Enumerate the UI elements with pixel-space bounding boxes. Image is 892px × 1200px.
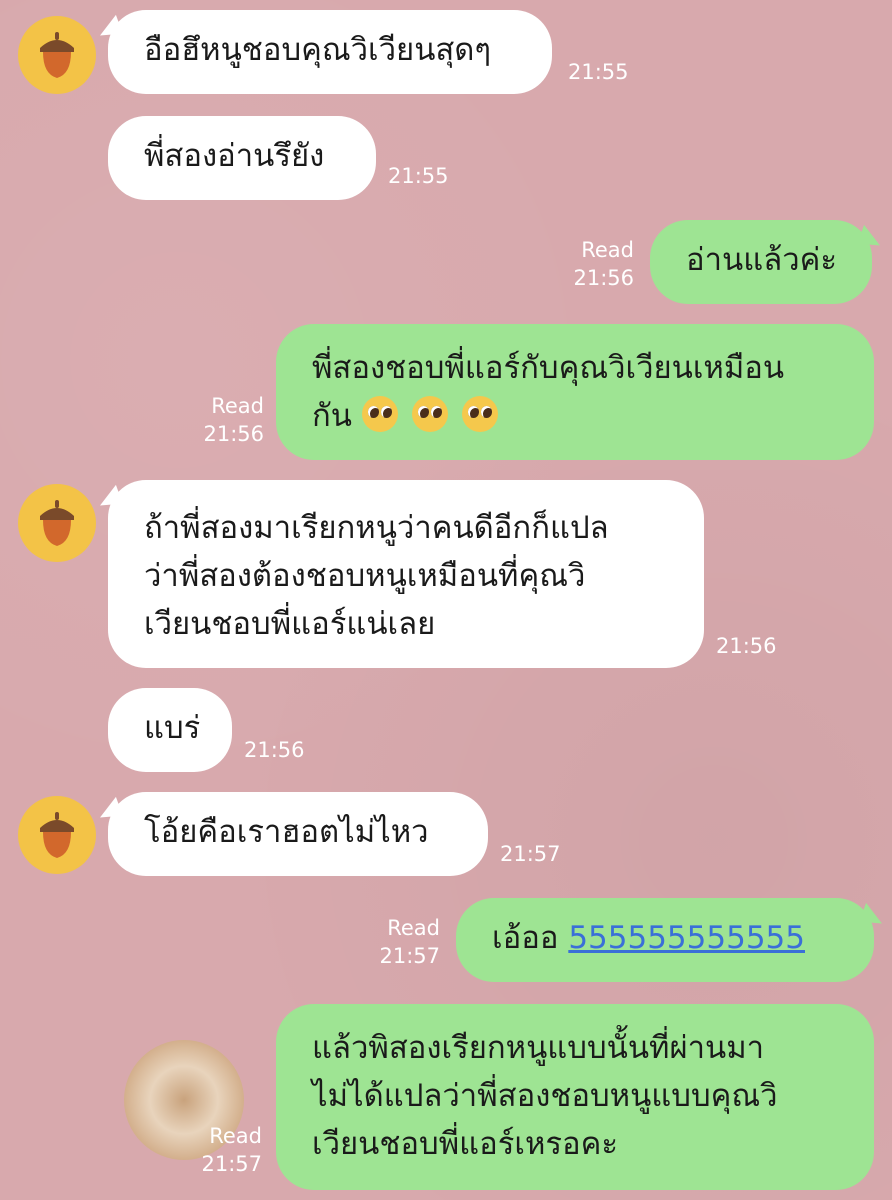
- acorn-icon: [40, 500, 74, 546]
- message-time: 21:57: [201, 1152, 262, 1176]
- message-bubble[interactable]: แล้วพิสองเรียกหนูแบบนั้นที่ผ่านมา ไม่ได้…: [276, 1004, 874, 1190]
- message-line: เวียนชอบพี่แอร์แน่เลย: [144, 606, 436, 642]
- message-text: โอ้ยคือเราฮอตไม่ไหว: [144, 814, 429, 850]
- avatar[interactable]: [18, 484, 96, 562]
- message-line: ว่าพี่สองต้องชอบหนูเหมือนที่คุณวิ: [144, 558, 586, 594]
- phone-link[interactable]: 555555555555: [568, 920, 805, 956]
- read-label: Read: [211, 394, 264, 418]
- message-text: อือฮึหนูชอบคุณวิเวียนสุดๆ: [144, 32, 492, 68]
- read-label: Read: [387, 916, 440, 940]
- message-bubble[interactable]: เอ้ออ 555555555555: [456, 898, 874, 982]
- pleading-face-emoji: [411, 396, 448, 432]
- message-time: 21:57: [500, 842, 561, 866]
- message-time: 21:56: [573, 266, 634, 290]
- read-receipt: Read 21:57: [188, 1122, 262, 1178]
- message-time: 21:56: [716, 634, 777, 658]
- message-text: อ่านแล้วค่ะ: [686, 242, 837, 278]
- message-line: พี่สองชอบพี่แอร์กับคุณวิเวียนเหมือน: [312, 350, 785, 386]
- acorn-icon: [40, 812, 74, 858]
- acorn-icon: [40, 32, 74, 78]
- message-bubble[interactable]: อือฮึหนูชอบคุณวิเวียนสุดๆ: [108, 10, 552, 94]
- message-text: เอ้ออ: [492, 920, 559, 956]
- message-line: แล้วพิสองเรียกหนูแบบนั้นที่ผ่านมา: [312, 1030, 765, 1066]
- message-time: 21:57: [379, 944, 440, 968]
- message-line: ถ้าพี่สองมาเรียกหนูว่าคนดีอีกก็แปล: [144, 510, 609, 546]
- avatar[interactable]: [18, 796, 96, 874]
- message-text: พี่สองอ่านรึยัง: [144, 138, 325, 174]
- message-bubble[interactable]: พี่สองชอบพี่แอร์กับคุณวิเวียนเหมือน กัน: [276, 324, 874, 460]
- pleading-face-emoji: [361, 396, 398, 432]
- message-time: 21:56: [203, 422, 264, 446]
- avatar[interactable]: [18, 16, 96, 94]
- message-time: 21:55: [568, 60, 629, 84]
- read-receipt: Read 21:56: [560, 236, 634, 292]
- read-receipt: Read 21:57: [366, 914, 440, 970]
- message-line: เวียนชอบพี่แอร์เหรอคะ: [312, 1126, 619, 1162]
- message-line: กัน: [312, 392, 838, 440]
- message-time: 21:56: [244, 738, 305, 762]
- message-bubble[interactable]: โอ้ยคือเราฮอตไม่ไหว: [108, 792, 488, 876]
- message-text: แบร่: [144, 710, 201, 746]
- message-line: ไม่ได้แปลว่าพี่สองชอบหนูแบบคุณวิ: [312, 1078, 778, 1114]
- read-label: Read: [209, 1124, 262, 1148]
- message-time: 21:55: [388, 164, 449, 188]
- read-label: Read: [581, 238, 634, 262]
- pleading-face-emoji: [461, 396, 498, 432]
- message-bubble[interactable]: ถ้าพี่สองมาเรียกหนูว่าคนดีอีกก็แปล ว่าพี…: [108, 480, 704, 668]
- message-bubble[interactable]: อ่านแล้วค่ะ: [650, 220, 872, 304]
- read-receipt: Read 21:56: [190, 392, 264, 448]
- message-bubble[interactable]: แบร่: [108, 688, 232, 772]
- message-bubble[interactable]: พี่สองอ่านรึยัง: [108, 116, 376, 200]
- message-text: กัน: [312, 398, 352, 434]
